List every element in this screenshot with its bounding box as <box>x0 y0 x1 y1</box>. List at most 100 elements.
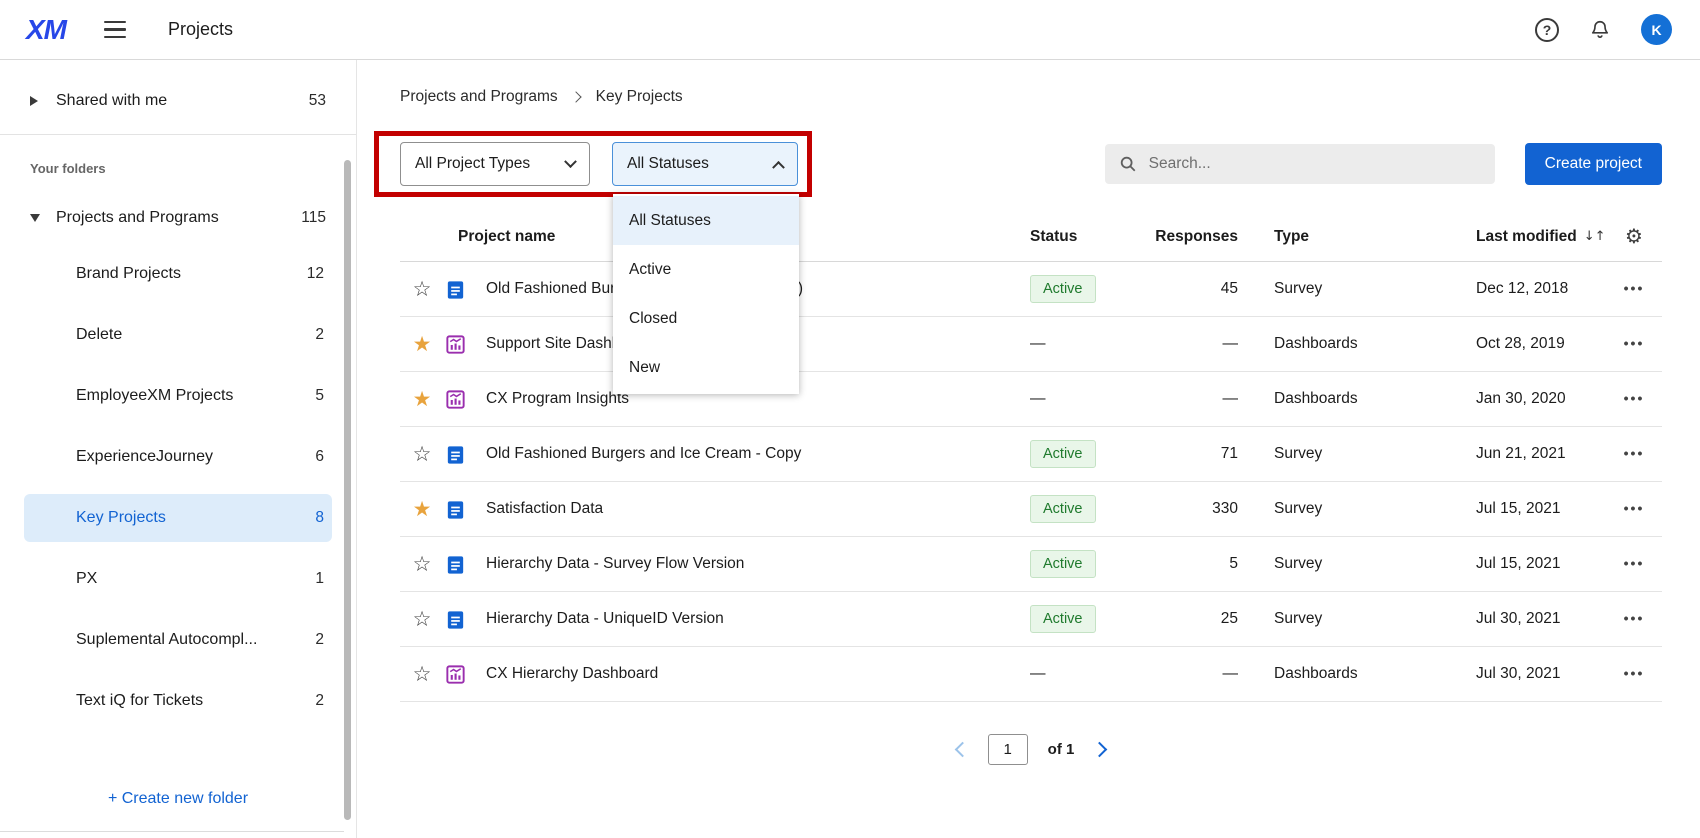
survey-icon <box>444 278 486 301</box>
search-input[interactable] <box>1149 155 1481 173</box>
xm-logo[interactable]: XM <box>26 14 66 46</box>
create-project-button[interactable]: Create project <box>1525 143 1662 185</box>
column-header-last-modified[interactable]: Last modified <box>1476 228 1577 246</box>
sort-icon[interactable]: ↓↑ <box>1584 229 1606 244</box>
menu-item-all-statuses[interactable]: All Statuses <box>613 196 799 245</box>
folder-label: PX <box>76 570 97 588</box>
folder-count: 1 <box>315 570 324 588</box>
your-folders-label: Your folders <box>30 161 326 176</box>
last-modified: Jul 30, 2021 <box>1436 665 1606 683</box>
sidebar-item-projects-and-programs[interactable]: Projects and Programs 115 <box>0 196 356 240</box>
status-filter-menu: All Statuses Active Closed New <box>613 194 799 394</box>
folder-count: 5 <box>315 387 324 405</box>
main-content: Projects and Programs Key Projects All P… <box>357 60 1700 838</box>
status-empty: — <box>1030 665 1046 682</box>
divider <box>0 831 344 832</box>
menu-item-closed[interactable]: Closed <box>613 294 799 343</box>
star-toggle[interactable]: ☆ <box>413 279 432 300</box>
responses-count: 25 <box>1141 610 1246 628</box>
status-empty: — <box>1030 390 1046 407</box>
column-header-type[interactable]: Type <box>1246 228 1436 246</box>
table-row: ☆ Old Fashioned Burgers and Ice Cream - … <box>400 427 1662 482</box>
previous-page-chevron-icon[interactable] <box>954 742 970 758</box>
last-modified: Jul 15, 2021 <box>1436 500 1606 518</box>
folder-label: Suplemental Autocompl... <box>76 631 257 649</box>
status-filter-dropdown[interactable]: All Statuses All Statuses Active Closed … <box>612 142 798 186</box>
row-actions-kebab-icon[interactable]: ••• <box>1624 445 1645 461</box>
sidebar-item-px[interactable]: PX 1 <box>24 555 332 603</box>
projects-table: Project name Status Responses Type Last … <box>400 212 1662 702</box>
row-actions-kebab-icon[interactable]: ••• <box>1624 610 1645 626</box>
breadcrumb-current: Key Projects <box>596 88 683 106</box>
current-page-input[interactable]: 1 <box>988 734 1028 765</box>
sidebar-item-shared-with-me[interactable]: Shared with me 53 <box>0 80 356 122</box>
notifications-bell-icon[interactable] <box>1589 19 1611 41</box>
column-header-responses[interactable]: Responses <box>1141 228 1246 246</box>
chevron-right-icon <box>570 91 581 102</box>
breadcrumb-parent-link[interactable]: Projects and Programs <box>400 88 558 106</box>
row-actions-kebab-icon[interactable]: ••• <box>1624 500 1645 516</box>
project-type-filter-value: All Project Types <box>415 155 530 173</box>
help-icon[interactable]: ? <box>1535 18 1559 42</box>
sidebar-item-text-iq-for-tickets[interactable]: Text iQ for Tickets 2 <box>24 677 332 725</box>
folder-count: 6 <box>315 448 324 466</box>
project-type: Survey <box>1246 445 1436 463</box>
row-actions-kebab-icon[interactable]: ••• <box>1624 280 1645 296</box>
star-toggle[interactable]: ★ <box>413 334 432 355</box>
project-type: Survey <box>1246 610 1436 628</box>
sidebar-item-employeexm-projects[interactable]: EmployeeXM Projects 5 <box>24 372 332 420</box>
responses-count: 71 <box>1141 445 1246 463</box>
folder-count: 2 <box>315 692 324 710</box>
star-toggle[interactable]: ☆ <box>413 554 432 575</box>
project-name-link[interactable]: Old Fashioned Burgers and Ice Cream - Co… <box>486 445 1006 463</box>
create-new-folder-button[interactable]: + Create new folder <box>0 790 356 808</box>
star-toggle[interactable]: ★ <box>413 389 432 410</box>
user-avatar[interactable]: K <box>1641 14 1672 45</box>
star-toggle[interactable]: ☆ <box>413 609 432 630</box>
project-name-link[interactable]: Satisfaction Data <box>486 500 1006 518</box>
project-type: Survey <box>1246 280 1436 298</box>
folder-label: EmployeeXM Projects <box>76 387 233 405</box>
sidebar-item-suplemental-autocomplete[interactable]: Suplemental Autocompl... 2 <box>24 616 332 664</box>
star-toggle[interactable]: ☆ <box>413 664 432 685</box>
responses-count: — <box>1141 335 1246 353</box>
table-row: ★ CX Program Insights — — Dashboards Jan… <box>400 372 1662 427</box>
last-modified: Oct 28, 2019 <box>1436 335 1606 353</box>
next-page-chevron-icon[interactable] <box>1092 742 1108 758</box>
project-type-filter-dropdown[interactable]: All Project Types <box>400 142 590 186</box>
dashboard-icon <box>444 388 486 411</box>
row-actions-kebab-icon[interactable]: ••• <box>1624 390 1645 406</box>
table-settings-gear-icon[interactable]: ⚙ <box>1625 226 1643 246</box>
table-row: ★ Support Site Dashboard — — Dashboards … <box>400 317 1662 372</box>
responses-count: 45 <box>1141 280 1246 298</box>
menu-item-active[interactable]: Active <box>613 245 799 294</box>
column-header-status[interactable]: Status <box>1006 228 1141 246</box>
survey-icon <box>444 553 486 576</box>
folder-label: ExperienceJourney <box>76 448 213 466</box>
project-type: Dashboards <box>1246 335 1436 353</box>
hamburger-menu-icon[interactable] <box>104 21 126 39</box>
root-folder-count: 115 <box>301 209 326 227</box>
project-name-link[interactable]: Hierarchy Data - Survey Flow Version <box>486 555 1006 573</box>
row-actions-kebab-icon[interactable]: ••• <box>1624 665 1645 681</box>
shared-count: 53 <box>309 92 326 110</box>
status-empty: — <box>1030 335 1046 352</box>
star-toggle[interactable]: ☆ <box>413 444 432 465</box>
survey-icon <box>444 498 486 521</box>
folder-label: Brand Projects <box>76 265 181 283</box>
breadcrumb: Projects and Programs Key Projects <box>400 88 1662 106</box>
sidebar-scrollbar[interactable] <box>344 160 351 820</box>
sidebar-item-key-projects[interactable]: Key Projects 8 <box>24 494 332 542</box>
sidebar-item-experiencejourney[interactable]: ExperienceJourney 6 <box>24 433 332 481</box>
project-name-link[interactable]: CX Hierarchy Dashboard <box>486 665 1006 683</box>
column-header-project-name[interactable]: Project name <box>458 228 555 245</box>
sidebar-item-delete[interactable]: Delete 2 <box>24 311 332 359</box>
sidebar-item-brand-projects[interactable]: Brand Projects 12 <box>24 250 332 298</box>
menu-item-new[interactable]: New <box>613 343 799 392</box>
project-type: Survey <box>1246 500 1436 518</box>
project-name-link[interactable]: Hierarchy Data - UniqueID Version <box>486 610 1006 628</box>
row-actions-kebab-icon[interactable]: ••• <box>1624 335 1645 351</box>
project-type: Survey <box>1246 555 1436 573</box>
row-actions-kebab-icon[interactable]: ••• <box>1624 555 1645 571</box>
star-toggle[interactable]: ★ <box>413 499 432 520</box>
